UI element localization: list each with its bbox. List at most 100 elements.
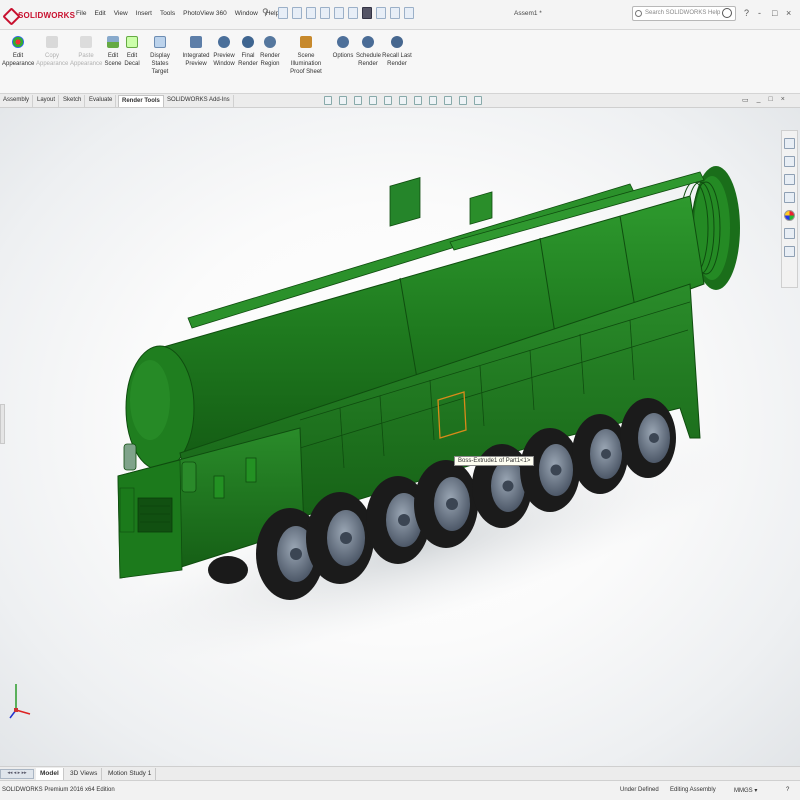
appearances-scenes-icon[interactable] xyxy=(784,210,795,221)
appearance-icon xyxy=(12,36,24,48)
view-orientation-icon[interactable] xyxy=(399,96,407,105)
close-button[interactable]: × xyxy=(786,8,791,18)
options-gear-icon[interactable] xyxy=(404,7,414,19)
tab-evaluate[interactable]: Evaluate xyxy=(86,95,117,107)
tab-3d-views[interactable]: 3D Views xyxy=(66,768,103,780)
view-palette-icon[interactable] xyxy=(784,192,795,203)
button-label: Decal xyxy=(124,61,140,67)
illumination-icon xyxy=(300,36,312,48)
button-label: Render xyxy=(358,61,378,67)
menu-edit[interactable]: Edit xyxy=(94,10,105,17)
tab-assembly[interactable]: Assembly xyxy=(0,95,34,107)
menu-window[interactable]: Window xyxy=(235,10,258,17)
dynamic-annotation-icon[interactable] xyxy=(384,96,392,105)
hide-show-items-icon[interactable] xyxy=(429,96,437,105)
help-search-input[interactable]: Search SOLIDWORKS Help xyxy=(632,6,736,21)
solidworks-forum-icon[interactable] xyxy=(784,246,795,257)
file-explorer-icon[interactable] xyxy=(784,174,795,185)
display-style-icon[interactable] xyxy=(414,96,422,105)
preview-window-button[interactable]: Preview Window xyxy=(212,36,236,68)
file-properties-icon[interactable] xyxy=(390,7,400,19)
copy-appearance-icon xyxy=(46,36,58,48)
tab-render-tools[interactable]: Render Tools xyxy=(118,95,164,107)
wheel xyxy=(414,460,478,548)
maximize-button[interactable]: □ xyxy=(772,8,777,18)
select-icon[interactable] xyxy=(362,7,372,19)
new-document-icon[interactable] xyxy=(292,7,302,19)
save-icon[interactable] xyxy=(320,7,330,19)
schedule-render-button[interactable]: Schedule Render xyxy=(356,36,381,68)
edit-appearance-hud-icon[interactable] xyxy=(444,96,452,105)
restore-icon[interactable]: ▭ xyxy=(742,96,749,104)
integrated-preview-button[interactable]: Integrated Preview xyxy=(182,36,210,68)
button-label: Edit xyxy=(126,53,138,59)
tab-solidworks-addins[interactable]: SOLIDWORKS Add-Ins xyxy=(164,95,234,107)
wheel xyxy=(306,492,374,584)
apply-scene-icon[interactable] xyxy=(459,96,467,105)
unit-system-label: MMGS xyxy=(734,788,753,794)
menu-file[interactable]: File xyxy=(76,10,86,17)
command-manager-ribbon: Edit Appearance Copy Appearance Paste Ap… xyxy=(0,30,800,94)
edit-decal-button[interactable]: Edit Decal xyxy=(124,36,140,68)
button-label: Scene xyxy=(104,61,122,67)
button-label: Preview xyxy=(213,53,235,59)
undo-icon[interactable] xyxy=(348,7,358,19)
doc-maximize-icon[interactable]: □ xyxy=(769,96,773,104)
schedule-render-icon xyxy=(362,36,374,48)
tab-motion-study[interactable]: Motion Study 1 xyxy=(104,768,157,780)
open-icon[interactable] xyxy=(306,7,316,19)
custom-properties-icon[interactable] xyxy=(784,228,795,239)
doc-minimize-icon[interactable]: _ xyxy=(757,96,761,104)
render-region-button[interactable]: Render Region xyxy=(260,36,280,68)
graphics-area[interactable]: Boss-Extrude1 of Part1<1> xyxy=(0,108,800,766)
scene-illumination-proof-sheet-button[interactable]: Scene Illumination Proof Sheet xyxy=(282,36,330,76)
copy-appearance-button[interactable]: Copy Appearance xyxy=(36,36,68,68)
solidworks-logo[interactable]: SOLIDWORKS xyxy=(4,8,75,22)
home-icon[interactable] xyxy=(278,7,288,19)
selection-tooltip: Boss-Extrude1 of Part1<1> xyxy=(454,456,535,466)
preview-window-icon xyxy=(218,36,230,48)
document-window-controls: ▭ _ □ × xyxy=(742,96,785,104)
status-help-icon[interactable]: ? xyxy=(786,787,789,793)
menu-insert[interactable]: Insert xyxy=(136,10,152,17)
button-label: Region xyxy=(260,61,280,67)
display-states-icon xyxy=(154,36,166,48)
feature-manager-flyout-handle[interactable] xyxy=(0,404,5,444)
view-settings-icon[interactable] xyxy=(474,96,482,105)
tab-sketch[interactable]: Sketch xyxy=(60,95,86,107)
doc-close-icon[interactable]: × xyxy=(781,96,785,104)
final-render-button[interactable]: Final Render xyxy=(238,36,258,68)
paste-appearance-icon xyxy=(80,36,92,48)
pin-menu-icon[interactable]: ⚲ xyxy=(262,7,270,21)
menu-view[interactable]: View xyxy=(114,10,128,17)
button-label: Edit xyxy=(107,53,119,59)
wheel xyxy=(620,398,676,478)
previous-view-icon[interactable] xyxy=(354,96,362,105)
display-states-target-button[interactable]: Display States Target xyxy=(142,36,178,76)
bottom-tab-strip: ◂◂ ◂ ▸ ▸▸ Model 3D Views Motion Study 1 xyxy=(0,766,800,780)
missile-launcher-model[interactable] xyxy=(0,108,800,766)
edit-appearance-button[interactable]: Edit Appearance xyxy=(2,36,34,68)
zoom-to-fit-icon[interactable] xyxy=(324,96,332,105)
minimize-button[interactable]: - xyxy=(758,8,761,18)
unit-system-selector[interactable]: MMGS ▾ xyxy=(734,787,757,794)
section-view-icon[interactable] xyxy=(369,96,377,105)
rebuild-icon[interactable] xyxy=(376,7,386,19)
zoom-to-area-icon[interactable] xyxy=(339,96,347,105)
tab-scroll-arrows[interactable]: ◂◂ ◂ ▸ ▸▸ xyxy=(0,769,34,779)
menu-tools[interactable]: Tools xyxy=(160,10,175,17)
help-icon[interactable]: ? xyxy=(744,8,749,18)
menu-photoview[interactable]: PhotoView 360 xyxy=(183,10,227,17)
paste-appearance-button[interactable]: Paste Appearance xyxy=(70,36,102,68)
design-library-icon[interactable] xyxy=(784,156,795,167)
search-button-icon[interactable] xyxy=(722,8,732,18)
edit-scene-button[interactable]: Edit Scene xyxy=(104,36,122,68)
tab-model[interactable]: Model xyxy=(36,768,64,780)
print-icon[interactable] xyxy=(334,7,344,19)
solidworks-resources-icon[interactable] xyxy=(784,138,795,149)
recall-last-render-button[interactable]: Recall Last Render xyxy=(382,36,412,68)
options-button[interactable]: Options xyxy=(332,36,354,60)
tab-layout[interactable]: Layout xyxy=(34,95,60,107)
button-label: Appearance xyxy=(70,61,103,67)
button-label: Proof Sheet xyxy=(290,69,322,75)
